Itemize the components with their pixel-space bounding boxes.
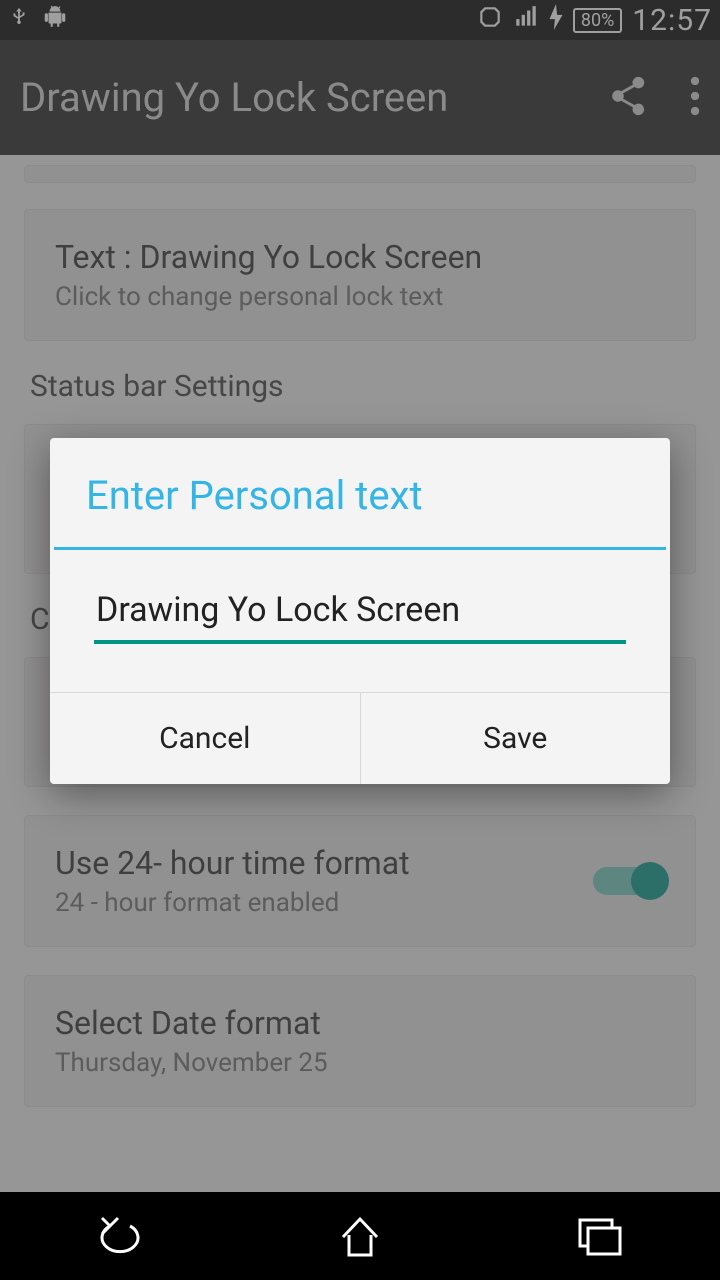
dialog-title: Enter Personal text — [50, 438, 670, 547]
cancel-button[interactable]: Cancel — [50, 693, 361, 784]
screen-root: 80% 12:57 Drawing Yo Lock Screen Text : … — [0, 0, 720, 1280]
back-button[interactable] — [0, 1192, 240, 1280]
personal-text-dialog: Enter Personal text Cancel Save — [50, 438, 670, 784]
nav-bar — [0, 1192, 720, 1280]
personal-text-input[interactable] — [94, 584, 626, 644]
home-button[interactable] — [240, 1192, 480, 1280]
recents-button[interactable] — [480, 1192, 720, 1280]
dialog-actions: Cancel Save — [50, 692, 670, 784]
save-button[interactable]: Save — [361, 693, 671, 784]
